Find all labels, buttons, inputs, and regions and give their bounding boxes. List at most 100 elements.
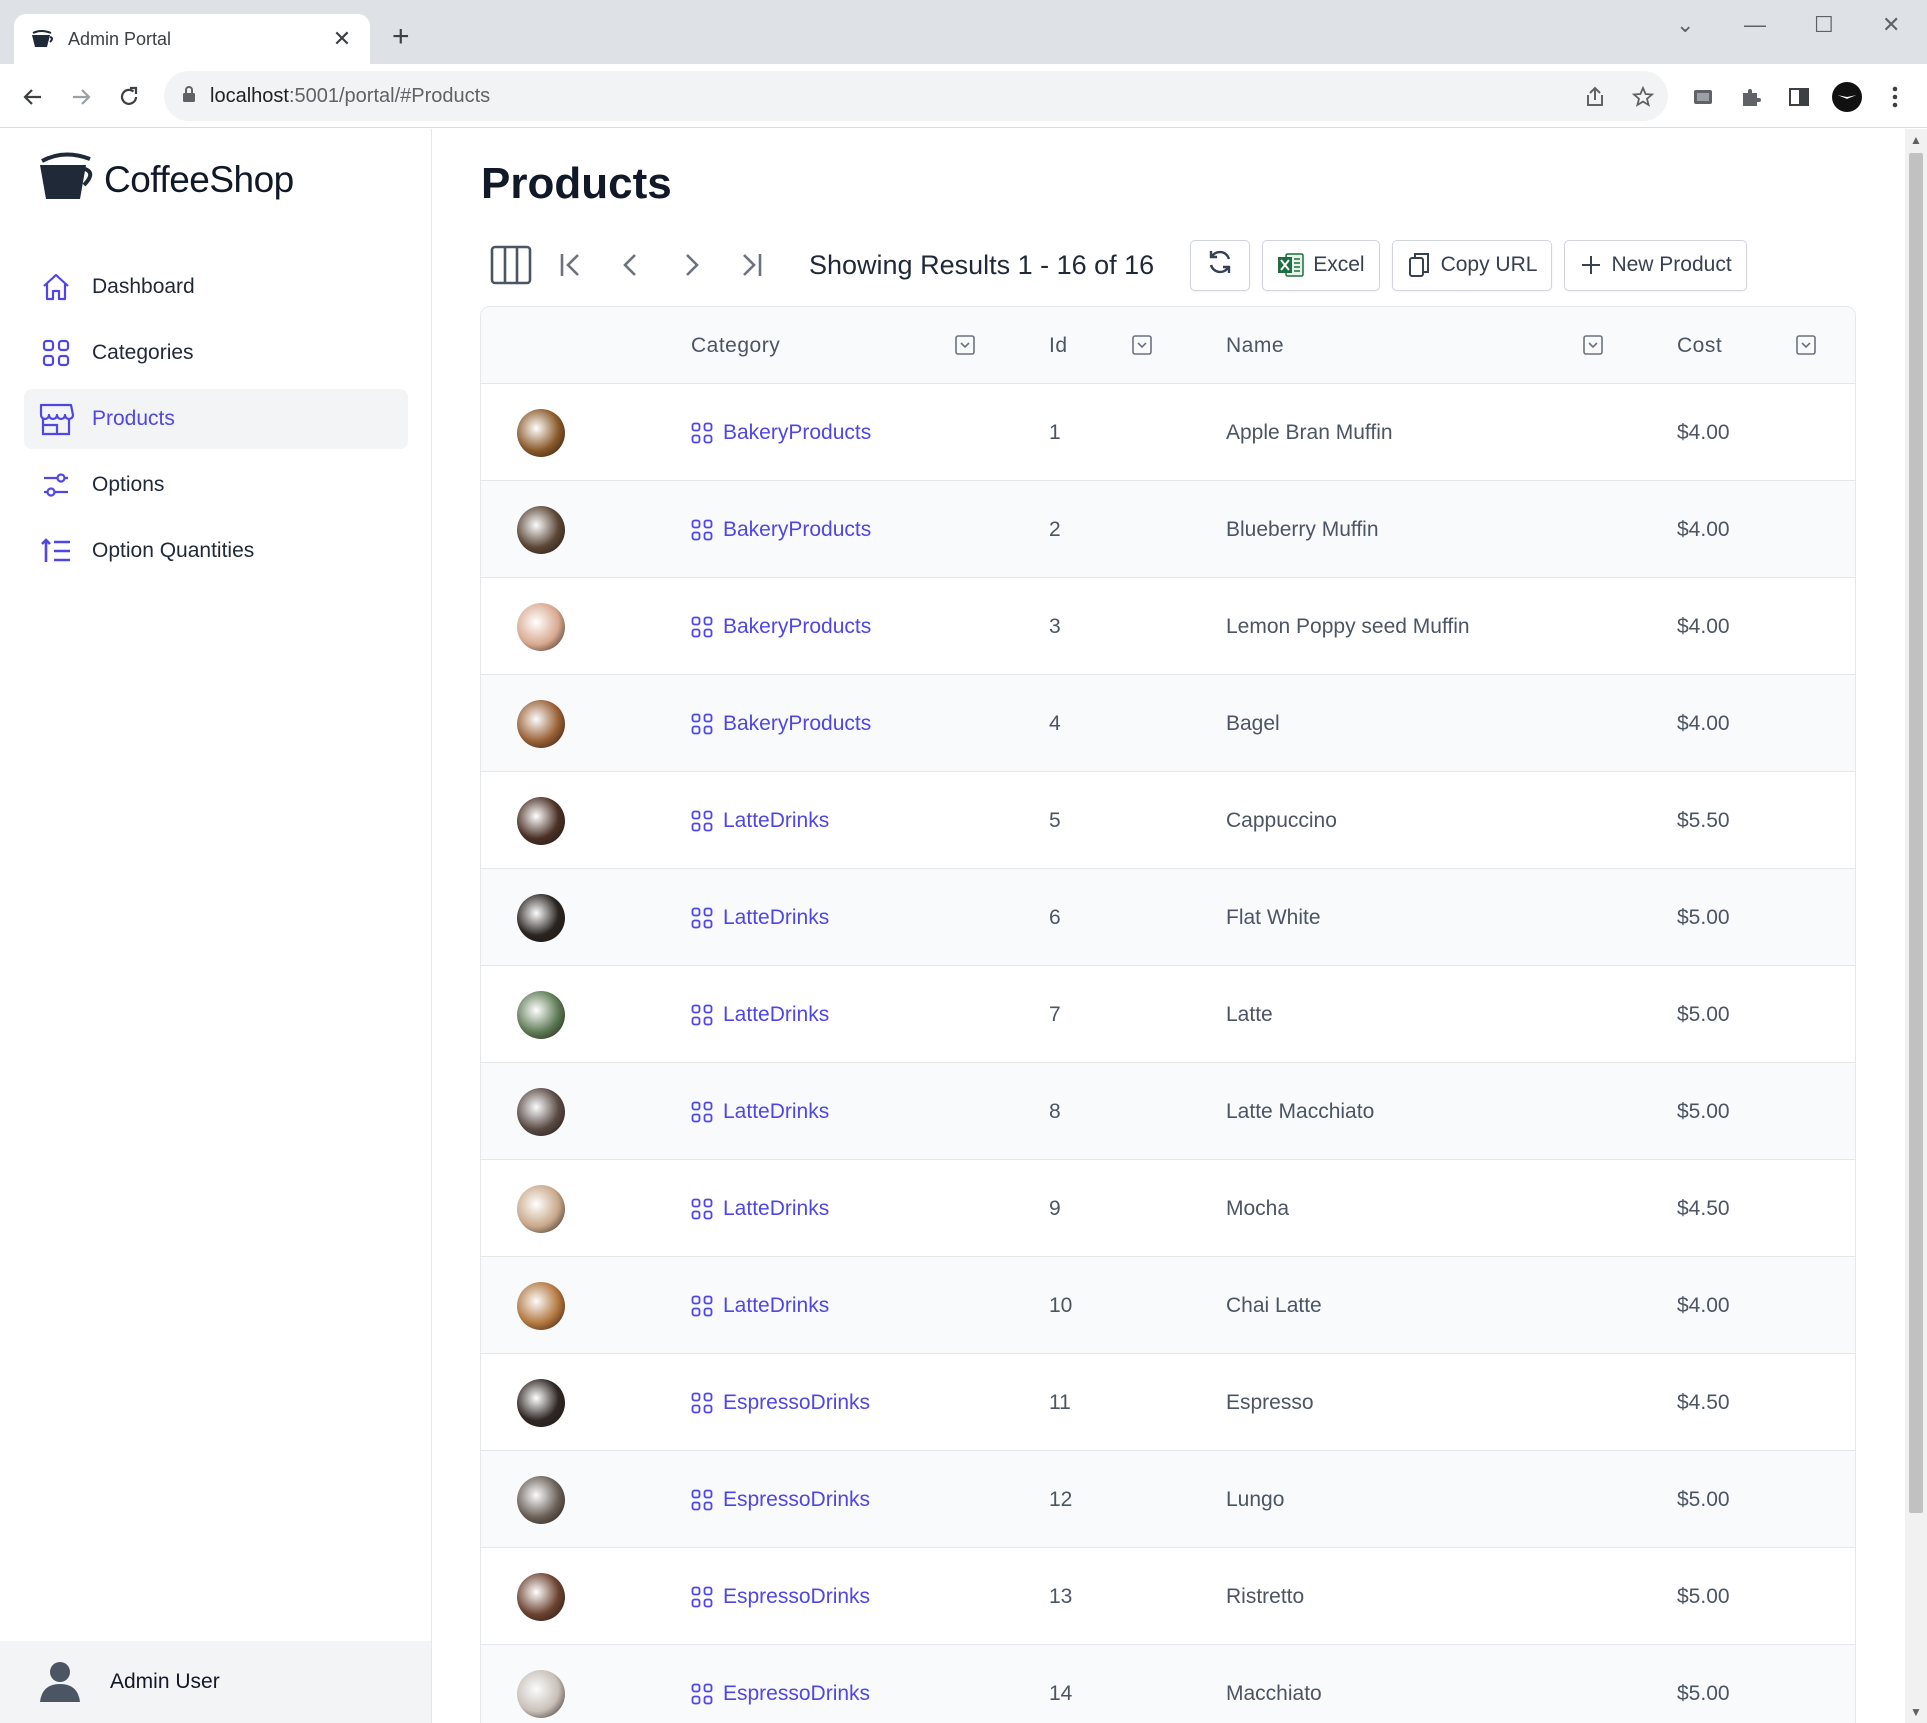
product-image — [517, 505, 565, 554]
column-header-cost[interactable]: Cost — [1677, 307, 1722, 384]
grid-icon — [691, 1392, 713, 1414]
new-product-button[interactable]: New Product — [1564, 239, 1747, 291]
sidebar-item-categories[interactable]: Categories — [24, 323, 408, 383]
excel-export-button[interactable]: Excel — [1262, 239, 1380, 291]
page-scrollbar[interactable]: ▲ ▼ — [1905, 129, 1927, 1723]
table-row[interactable]: EspressoDrinks 14 Macchiato $5.00 — [481, 1645, 1855, 1723]
table-row[interactable]: BakeryProducts 2 Blueberry Muffin $4.00 — [481, 481, 1855, 578]
table-row[interactable]: EspressoDrinks 11 Espresso $4.50 — [481, 1354, 1855, 1451]
cost-cell: $5.50 — [1677, 808, 1730, 832]
product-image — [517, 1572, 565, 1621]
sidebar-item-options[interactable]: Options — [24, 455, 408, 515]
new-tab-icon[interactable]: + — [392, 22, 410, 52]
table-row[interactable]: LatteDrinks 7 Latte $5.00 — [481, 966, 1855, 1063]
user-profile[interactable]: Admin User — [0, 1641, 431, 1723]
previous-page-icon[interactable] — [609, 243, 653, 287]
cost-cell: $5.00 — [1677, 1584, 1730, 1608]
list-increase-icon — [38, 533, 74, 569]
table-row[interactable]: BakeryProducts 4 Bagel $4.00 — [481, 675, 1855, 772]
table-row[interactable]: BakeryProducts 1 Apple Bran Muffin $4.00 — [481, 384, 1855, 481]
table-row[interactable]: LatteDrinks 8 Latte Macchiato $5.00 — [481, 1063, 1855, 1160]
cost-cell: $5.00 — [1677, 1099, 1730, 1123]
star-icon[interactable] — [1628, 82, 1658, 112]
brand[interactable]: CoffeeShop — [36, 151, 294, 208]
category-link[interactable]: LatteDrinks — [691, 1063, 829, 1160]
scroll-up-icon[interactable]: ▲ — [1910, 133, 1922, 147]
home-icon — [38, 269, 74, 305]
category-link[interactable]: LatteDrinks — [691, 1257, 829, 1354]
table-row[interactable]: LatteDrinks 10 Chai Latte $4.00 — [481, 1257, 1855, 1354]
side-panel-icon[interactable] — [1784, 82, 1814, 112]
first-page-icon[interactable] — [549, 243, 593, 287]
category-link[interactable]: LatteDrinks — [691, 869, 829, 966]
product-thumbnail — [517, 1451, 565, 1548]
product-image — [517, 1281, 565, 1330]
product-image — [517, 990, 565, 1039]
category-link[interactable]: LatteDrinks — [691, 966, 829, 1063]
category-link[interactable]: EspressoDrinks — [691, 1451, 870, 1548]
table-row[interactable]: BakeryProducts 3 Lemon Poppy seed Muffin $4… — [481, 578, 1855, 675]
product-thumbnail — [517, 384, 565, 481]
category-link[interactable]: BakeryProducts — [691, 578, 871, 675]
column-header-name[interactable]: Name — [1226, 307, 1284, 384]
category-text: BakeryProducts — [723, 614, 872, 638]
table-row[interactable]: LatteDrinks 6 Flat White $5.00 — [481, 869, 1855, 966]
sidebar-item-dashboard[interactable]: Dashboard — [24, 257, 408, 317]
reload-icon[interactable] — [114, 82, 144, 112]
next-page-icon[interactable] — [669, 243, 713, 287]
refresh-button[interactable] — [1190, 239, 1251, 291]
category-link[interactable]: BakeryProducts — [691, 384, 871, 481]
table-row[interactable]: LatteDrinks 9 Mocha $4.50 — [481, 1160, 1855, 1257]
chevron-down-icon[interactable]: ⌄ — [1676, 12, 1694, 38]
table-row[interactable]: EspressoDrinks 13 Ristretto $5.00 — [481, 1548, 1855, 1645]
share-icon[interactable] — [1580, 82, 1610, 112]
table-row[interactable]: EspressoDrinks 12 Lungo $5.00 — [481, 1451, 1855, 1548]
category-link[interactable]: EspressoDrinks — [691, 1548, 870, 1645]
filter-icon[interactable] — [1796, 335, 1816, 355]
extension-screen-icon[interactable] — [1688, 82, 1718, 112]
sliders-icon — [38, 467, 74, 503]
profile-avatar-icon[interactable] — [1832, 82, 1862, 112]
columns-icon[interactable] — [489, 243, 533, 287]
sidebar-item-option-quantities[interactable]: Option Quantities — [24, 521, 408, 581]
name-cell: Blueberry Muffin — [1226, 517, 1379, 541]
grid-icon — [691, 1683, 713, 1705]
puzzle-icon[interactable] — [1736, 82, 1766, 112]
cost-cell: $4.50 — [1677, 1196, 1730, 1220]
close-icon[interactable]: ✕ — [330, 26, 354, 52]
product-image — [517, 1087, 565, 1136]
product-thumbnail — [517, 1645, 565, 1723]
copy-url-button[interactable]: Copy URL — [1391, 239, 1553, 291]
maximize-icon[interactable]: ☐ — [1814, 12, 1834, 38]
scrollbar-thumb[interactable] — [1909, 153, 1923, 1513]
window-close-icon[interactable]: ✕ — [1882, 12, 1900, 38]
cost-cell: $4.00 — [1677, 420, 1730, 444]
sidebar-item-products[interactable]: Products — [24, 389, 408, 449]
forward-arrow-icon[interactable] — [66, 82, 96, 112]
filter-icon[interactable] — [1132, 335, 1152, 355]
product-thumbnail — [517, 966, 565, 1063]
table-row[interactable]: LatteDrinks 5 Cappuccino $5.50 — [481, 772, 1855, 869]
url-text: localhost:5001/portal/#Products — [210, 84, 491, 107]
category-text: EspressoDrinks — [723, 1681, 871, 1705]
minimize-icon[interactable]: — — [1744, 12, 1766, 38]
category-link[interactable]: BakeryProducts — [691, 675, 871, 772]
filter-icon[interactable] — [955, 335, 975, 355]
back-arrow-icon[interactable] — [18, 82, 48, 112]
more-menu-icon[interactable] — [1880, 82, 1910, 112]
category-text: LatteDrinks — [723, 808, 830, 832]
category-link[interactable]: EspressoDrinks — [691, 1354, 870, 1451]
category-link[interactable]: LatteDrinks — [691, 1160, 829, 1257]
scroll-down-icon[interactable]: ▼ — [1910, 1705, 1922, 1719]
filter-icon[interactable] — [1583, 335, 1603, 355]
category-link[interactable]: LatteDrinks — [691, 772, 829, 869]
address-bar[interactable]: localhost:5001/portal/#Products — [164, 71, 1668, 121]
category-link[interactable]: BakeryProducts — [691, 481, 871, 578]
column-header-category[interactable]: Category — [691, 307, 780, 384]
grid-toolbar: Showing Results 1 - 16 of 16 Excel Copy … — [489, 237, 1759, 293]
results-summary: Showing Results 1 - 16 of 16 — [809, 249, 1155, 280]
last-page-icon[interactable] — [729, 243, 773, 287]
category-link[interactable]: EspressoDrinks — [691, 1645, 870, 1723]
column-header-id[interactable]: Id — [1049, 307, 1068, 384]
browser-tab[interactable]: Admin Portal ✕ — [14, 14, 370, 64]
